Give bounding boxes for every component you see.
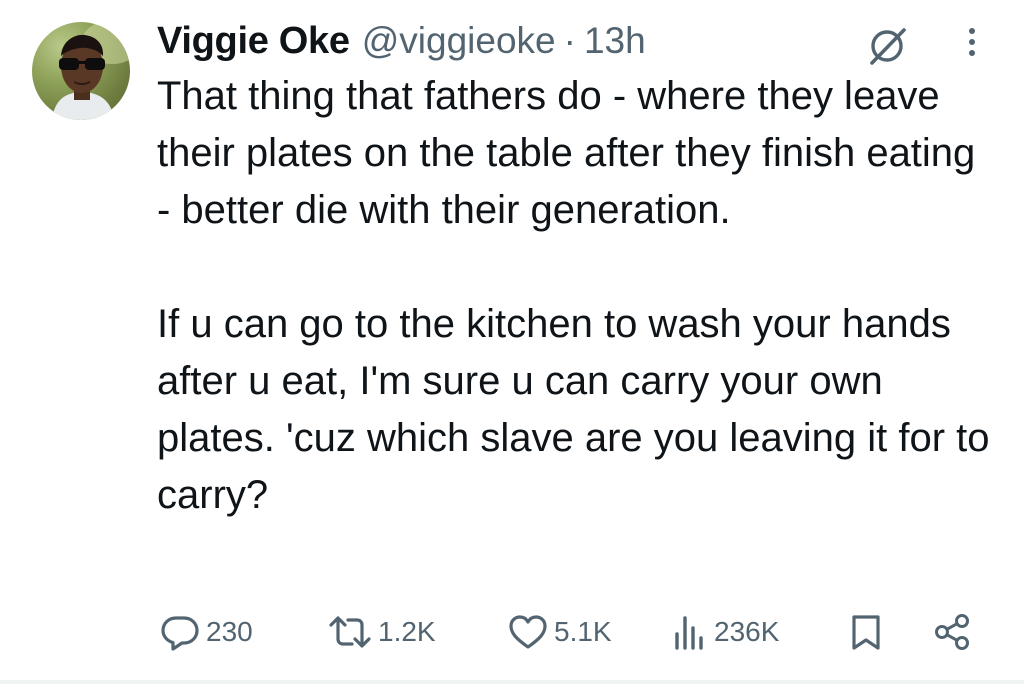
like-count: 5.1K: [554, 616, 612, 647]
repost-button[interactable]: 1.2K: [328, 604, 436, 660]
tweet-text: That thing that fathers do - where they …: [157, 68, 997, 524]
author-name[interactable]: Viggie Oke: [157, 20, 350, 63]
reply-button[interactable]: 230: [160, 604, 253, 660]
author-handle[interactable]: @viggieoke: [362, 20, 556, 62]
repost-count: 1.2K: [378, 616, 436, 647]
action-bar: 230 1.2K 5.1K 236K: [160, 604, 1000, 660]
views-button[interactable]: 236K: [672, 604, 779, 660]
avatar-image: [52, 22, 130, 120]
heart-icon: [509, 615, 547, 649]
bookmark-button[interactable]: [848, 604, 884, 660]
like-button[interactable]: 5.1K: [508, 604, 612, 660]
bookmark-icon: [852, 615, 880, 650]
share-icon: [935, 614, 969, 650]
divider: [0, 680, 1024, 684]
tweet-time[interactable]: 13h: [584, 20, 646, 62]
avatar[interactable]: [32, 22, 130, 120]
grok-icon[interactable]: [866, 24, 910, 68]
reply-count: 230: [206, 616, 253, 647]
tweet-header: Viggie Oke @viggieoke · 13h: [157, 16, 646, 66]
repost-icon: [329, 616, 371, 648]
views-icon: [675, 616, 703, 650]
share-button[interactable]: [932, 604, 972, 660]
tweet-paragraph-2: If u can go to the kitchen to wash your …: [157, 302, 990, 517]
reply-icon: [161, 616, 199, 651]
tweet-paragraph-1: That thing that fathers do - where they …: [157, 74, 976, 232]
views-count: 236K: [714, 616, 780, 647]
tweet: Viggie Oke @viggieoke · 13h That thing t…: [0, 0, 1024, 684]
separator-dot: ·: [563, 20, 576, 61]
more-icon[interactable]: [960, 22, 984, 62]
